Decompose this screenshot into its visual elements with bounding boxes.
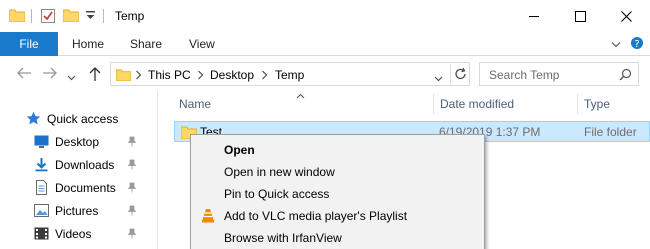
pin-icon xyxy=(127,136,137,150)
column-header-type[interactable]: Type xyxy=(584,97,610,111)
minimize-icon xyxy=(528,15,539,17)
breadcrumb-this-pc[interactable]: This PC xyxy=(148,68,191,82)
address-divider xyxy=(450,64,451,84)
customize-toolbar-icon[interactable] xyxy=(86,10,95,24)
address-dropdown-icon[interactable] xyxy=(434,71,443,85)
sidebar-item-label: Desktop xyxy=(55,135,100,149)
sidebar-item-label: Pictures xyxy=(55,204,99,218)
sidebar-item-label: Documents xyxy=(55,181,116,195)
menu-item-browse-irfanview[interactable]: Browse with IrfanView xyxy=(191,227,484,249)
breadcrumb-temp[interactable]: Temp xyxy=(275,68,304,82)
context-menu: Open Open in new window Pin to Quick acc… xyxy=(190,134,485,249)
sidebar-item-label: Quick access xyxy=(47,112,119,126)
address-bar[interactable]: This PC Desktop Temp xyxy=(110,62,470,86)
file-type: File folder xyxy=(584,125,637,139)
toolbar-separator xyxy=(31,9,32,23)
pin-icon xyxy=(127,182,137,196)
menu-item-open-new-window[interactable]: Open in new window xyxy=(191,161,484,183)
folder-icon xyxy=(115,68,132,84)
close-button[interactable] xyxy=(603,0,649,32)
recent-locations-icon[interactable] xyxy=(67,70,76,84)
menu-item-label: Open xyxy=(224,143,255,157)
new-folder-icon[interactable] xyxy=(62,8,80,25)
menu-item-open[interactable]: Open xyxy=(191,139,484,161)
tab-file[interactable]: File xyxy=(0,32,58,56)
documents-icon xyxy=(34,180,49,195)
maximize-button[interactable] xyxy=(557,0,603,32)
chevron-right-icon[interactable] xyxy=(197,69,204,83)
column-divider[interactable] xyxy=(433,93,434,115)
tab-home[interactable]: Home xyxy=(72,37,104,51)
star-icon xyxy=(26,111,41,126)
search-placeholder: Search Temp xyxy=(489,68,560,82)
chevron-right-icon[interactable] xyxy=(261,69,268,83)
forward-arrow-icon[interactable] xyxy=(42,66,58,83)
search-icon[interactable] xyxy=(619,68,632,84)
videos-icon xyxy=(34,226,49,241)
minimize-button[interactable] xyxy=(511,0,557,32)
refresh-icon[interactable] xyxy=(454,67,467,84)
ribbon-tabs: File Home Share View ? xyxy=(0,32,650,56)
pin-icon xyxy=(127,228,137,242)
chevron-right-icon[interactable] xyxy=(135,69,142,83)
download-icon xyxy=(34,157,49,172)
sidebar-item-documents[interactable]: Documents xyxy=(0,177,158,199)
pin-icon xyxy=(127,205,137,219)
sidebar-item-label: Downloads xyxy=(55,158,115,172)
menu-item-pin-quick-access[interactable]: Pin to Quick access xyxy=(191,183,484,205)
sidebar-item-pictures[interactable]: Pictures xyxy=(0,200,158,222)
maximize-icon xyxy=(574,10,586,22)
column-divider[interactable] xyxy=(577,93,578,115)
pin-icon xyxy=(127,159,137,173)
menu-item-add-vlc-playlist[interactable]: Add to VLC media player's Playlist xyxy=(191,205,484,227)
pictures-icon xyxy=(34,203,49,218)
sidebar-item-videos[interactable]: Videos xyxy=(0,223,158,245)
sidebar-item-quick-access[interactable]: Quick access xyxy=(0,108,158,130)
folder-icon xyxy=(8,8,26,25)
sidebar-item-downloads[interactable]: Downloads xyxy=(0,154,158,176)
desktop-icon xyxy=(34,134,49,149)
window-title: Temp xyxy=(115,9,145,23)
expand-ribbon-icon[interactable] xyxy=(611,38,621,52)
tab-view[interactable]: View xyxy=(189,37,215,51)
up-arrow-icon[interactable] xyxy=(88,66,102,85)
sidebar-item-desktop[interactable]: Desktop xyxy=(0,131,158,153)
sort-ascending-icon xyxy=(296,88,305,102)
column-header-date[interactable]: Date modified xyxy=(440,97,514,111)
menu-item-label: Open in new window xyxy=(224,165,335,179)
tab-share[interactable]: Share xyxy=(130,37,162,51)
address-row: This PC Desktop Temp Search Temp xyxy=(0,57,650,91)
properties-icon[interactable] xyxy=(40,8,56,27)
menu-item-label: Browse with IrfanView xyxy=(224,231,342,245)
search-input[interactable]: Search Temp xyxy=(479,62,639,86)
back-arrow-icon[interactable] xyxy=(16,66,32,83)
toolbar-separator xyxy=(103,9,104,23)
breadcrumb-desktop[interactable]: Desktop xyxy=(210,68,254,82)
vlc-icon xyxy=(201,208,215,226)
help-icon[interactable]: ? xyxy=(630,36,644,53)
title-bar: Temp xyxy=(0,0,650,32)
navigation-pane: Quick access Desktop Downloads Documents xyxy=(0,91,158,249)
menu-item-label: Pin to Quick access xyxy=(224,187,330,201)
menu-item-label: Add to VLC media player's Playlist xyxy=(224,209,408,223)
column-header-name[interactable]: Name xyxy=(179,97,211,111)
sidebar-item-label: Videos xyxy=(55,227,92,241)
svg-text:?: ? xyxy=(634,39,639,50)
close-icon xyxy=(620,10,632,22)
